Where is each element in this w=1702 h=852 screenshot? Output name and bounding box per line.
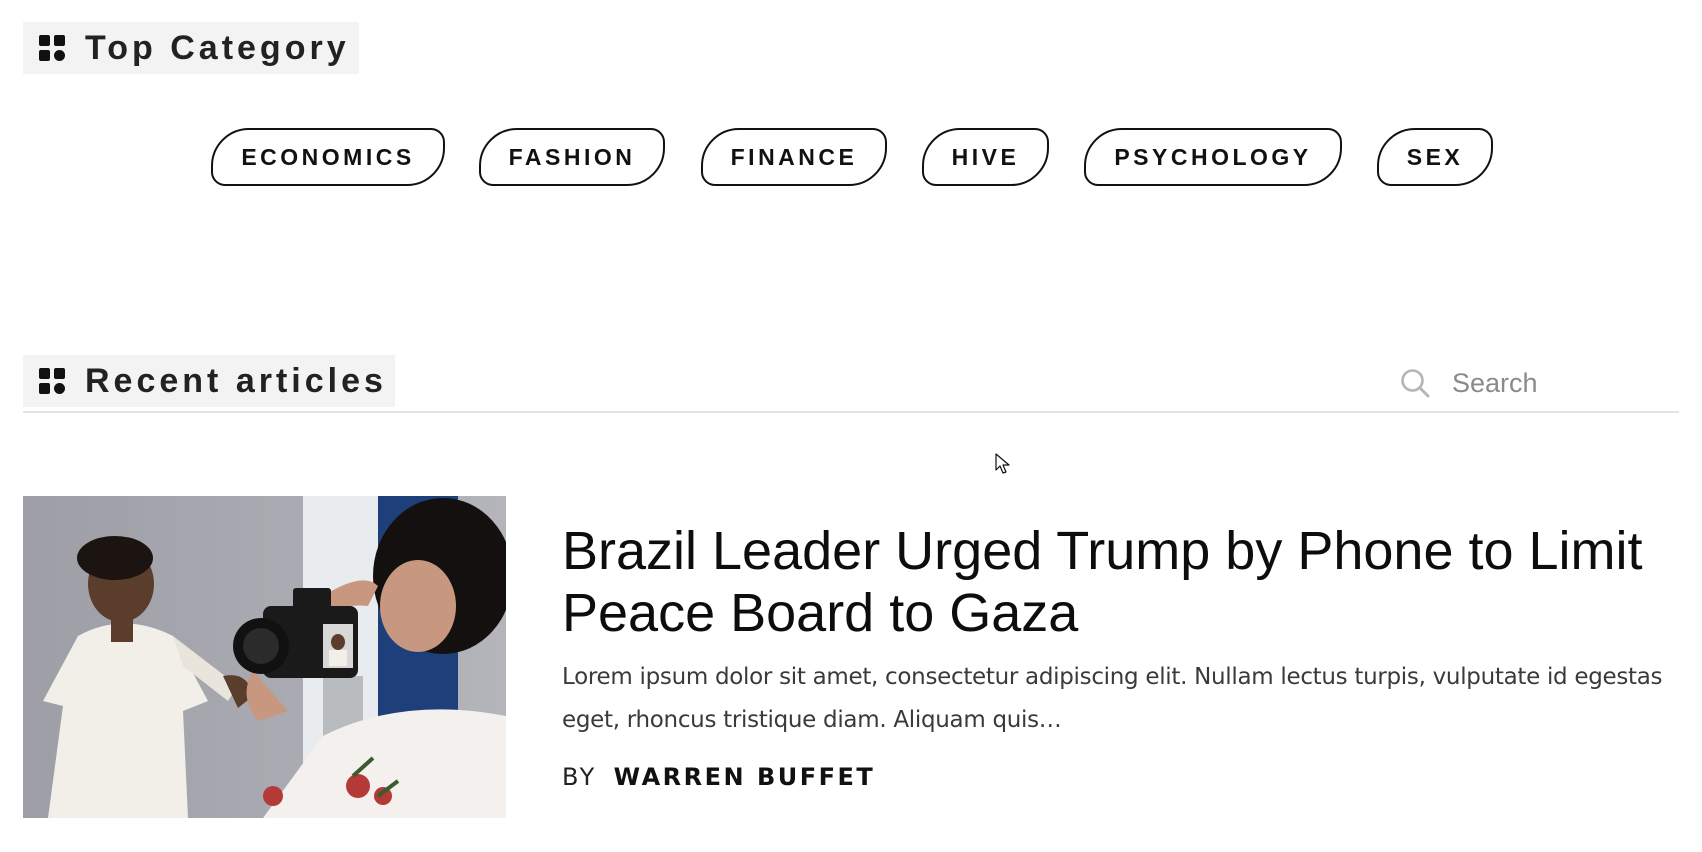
article-thumbnail[interactable] bbox=[23, 496, 506, 818]
category-pill-finance[interactable]: FINANCE bbox=[701, 128, 887, 186]
section-divider bbox=[23, 411, 1679, 413]
category-pill-fashion[interactable]: FASHION bbox=[479, 128, 665, 186]
category-list: ECONOMICS FASHION FINANCE HIVE PSYCHOLOG… bbox=[0, 128, 1702, 190]
article-excerpt: Lorem ipsum dolor sit amet, consectetur … bbox=[562, 664, 1663, 733]
category-pill-hive[interactable]: HIVE bbox=[922, 128, 1049, 186]
search-input[interactable] bbox=[1452, 367, 1652, 399]
photographer-photo-icon bbox=[23, 496, 506, 818]
mouse-pointer-icon bbox=[995, 453, 1011, 475]
grid-icon bbox=[39, 368, 65, 394]
top-category-heading: Top Category bbox=[23, 22, 359, 74]
article-byline: BY WARREN BUFFET bbox=[562, 763, 875, 791]
recent-articles-heading: Recent articles bbox=[23, 355, 395, 407]
top-category-title: Top Category bbox=[85, 28, 350, 67]
category-pill-economics[interactable]: ECONOMICS bbox=[211, 128, 445, 186]
search-box bbox=[1400, 362, 1680, 404]
author-link[interactable]: WARREN BUFFET bbox=[614, 763, 876, 791]
article-title[interactable]: Brazil Leader Urged Trump by Phone to Li… bbox=[562, 520, 1672, 644]
grid-icon bbox=[39, 35, 65, 61]
byline-label: BY bbox=[562, 763, 597, 791]
category-pill-sex[interactable]: SEX bbox=[1377, 128, 1493, 186]
recent-articles-title: Recent articles bbox=[85, 361, 387, 400]
search-icon[interactable] bbox=[1400, 368, 1430, 398]
category-pill-psychology[interactable]: PSYCHOLOGY bbox=[1084, 128, 1342, 186]
